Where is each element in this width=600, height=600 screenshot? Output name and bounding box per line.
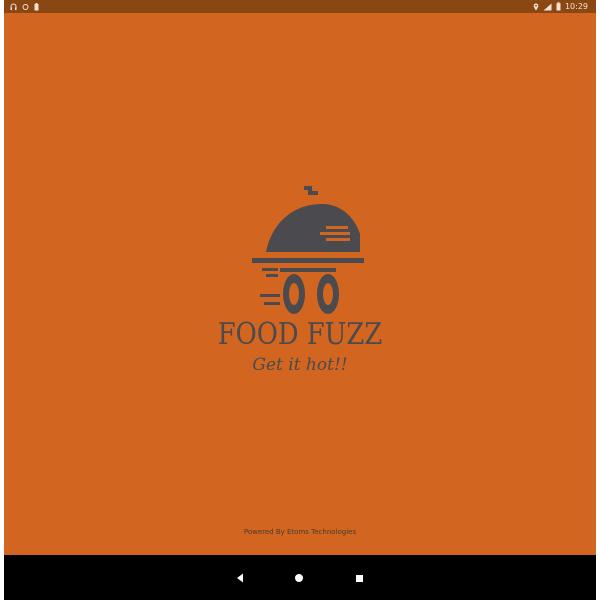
- battery-icon: [556, 2, 561, 11]
- signal-icon: [543, 3, 552, 11]
- app-screen: 10:29 FOOD FUZZ Get it hot!! Powered By …: [4, 0, 596, 600]
- brand-tagline: Get it hot!!: [252, 355, 348, 375]
- sync-icon: [22, 3, 29, 11]
- navigation-bar: [4, 555, 596, 600]
- home-icon: [294, 568, 304, 587]
- status-right-icons: 10:29: [533, 0, 588, 13]
- back-button[interactable]: [230, 567, 250, 587]
- status-time: 10:29: [564, 2, 588, 11]
- recents-icon: [355, 568, 364, 587]
- recents-button[interactable]: [349, 567, 369, 587]
- food-delivery-cart-icon: [242, 182, 372, 322]
- powered-by-text: Powered By Etoms Technologies: [243, 528, 357, 536]
- status-left-icons: [10, 0, 39, 13]
- battery-saver-icon: [34, 2, 39, 11]
- back-icon: [236, 568, 244, 587]
- status-bar: 10:29: [4, 0, 596, 13]
- headset-icon: [10, 3, 17, 11]
- brand-title: FOOD FUZZ: [217, 317, 383, 352]
- home-button[interactable]: [289, 567, 309, 587]
- location-icon: [533, 3, 539, 11]
